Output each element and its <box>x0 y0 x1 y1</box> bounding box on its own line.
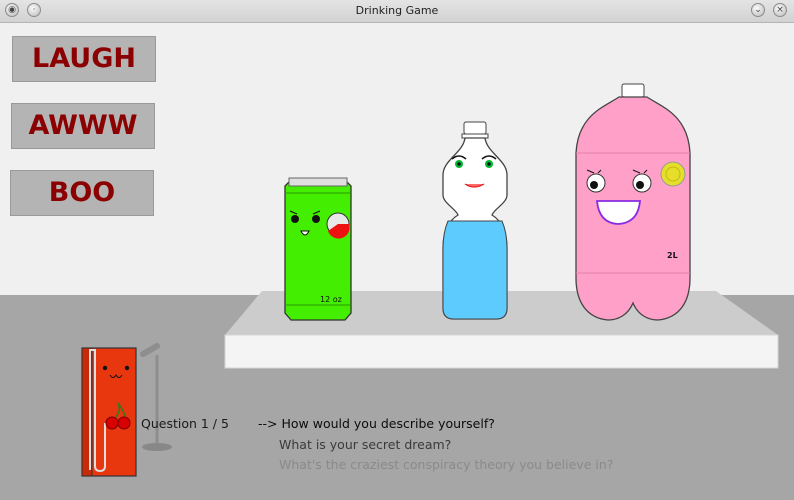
window-title: Drinking Game <box>355 4 439 17</box>
water-bottle-character <box>442 121 508 320</box>
microphone-stand-icon <box>140 343 172 451</box>
selection-arrow: --> <box>258 416 278 431</box>
juice-box-host <box>81 347 137 477</box>
question-counter: Question 1 / 5 <box>141 416 229 431</box>
minimize-icon[interactable]: ⌄ <box>751 3 765 17</box>
question-option-1[interactable]: --> How would you describe yourself? <box>258 416 495 431</box>
question-option-2[interactable]: What is your secret dream? <box>279 437 451 452</box>
question-text: How would you describe yourself? <box>281 416 495 431</box>
question-option-3[interactable]: What's the craziest conspiracy theory yo… <box>279 457 613 472</box>
close-icon[interactable]: × <box>773 3 787 17</box>
soda-bottle-character: 2L <box>575 83 691 321</box>
can-character: 12 oz <box>284 177 352 321</box>
game-scene: LAUGH AWWW BOO 12 oz 2L Question 1 / 5 -… <box>0 23 794 500</box>
title-bar: ◉ · Drinking Game ⌄ × <box>0 0 794 23</box>
soda-size-label: 2L <box>667 251 678 260</box>
can-size-label: 12 oz <box>320 295 342 304</box>
